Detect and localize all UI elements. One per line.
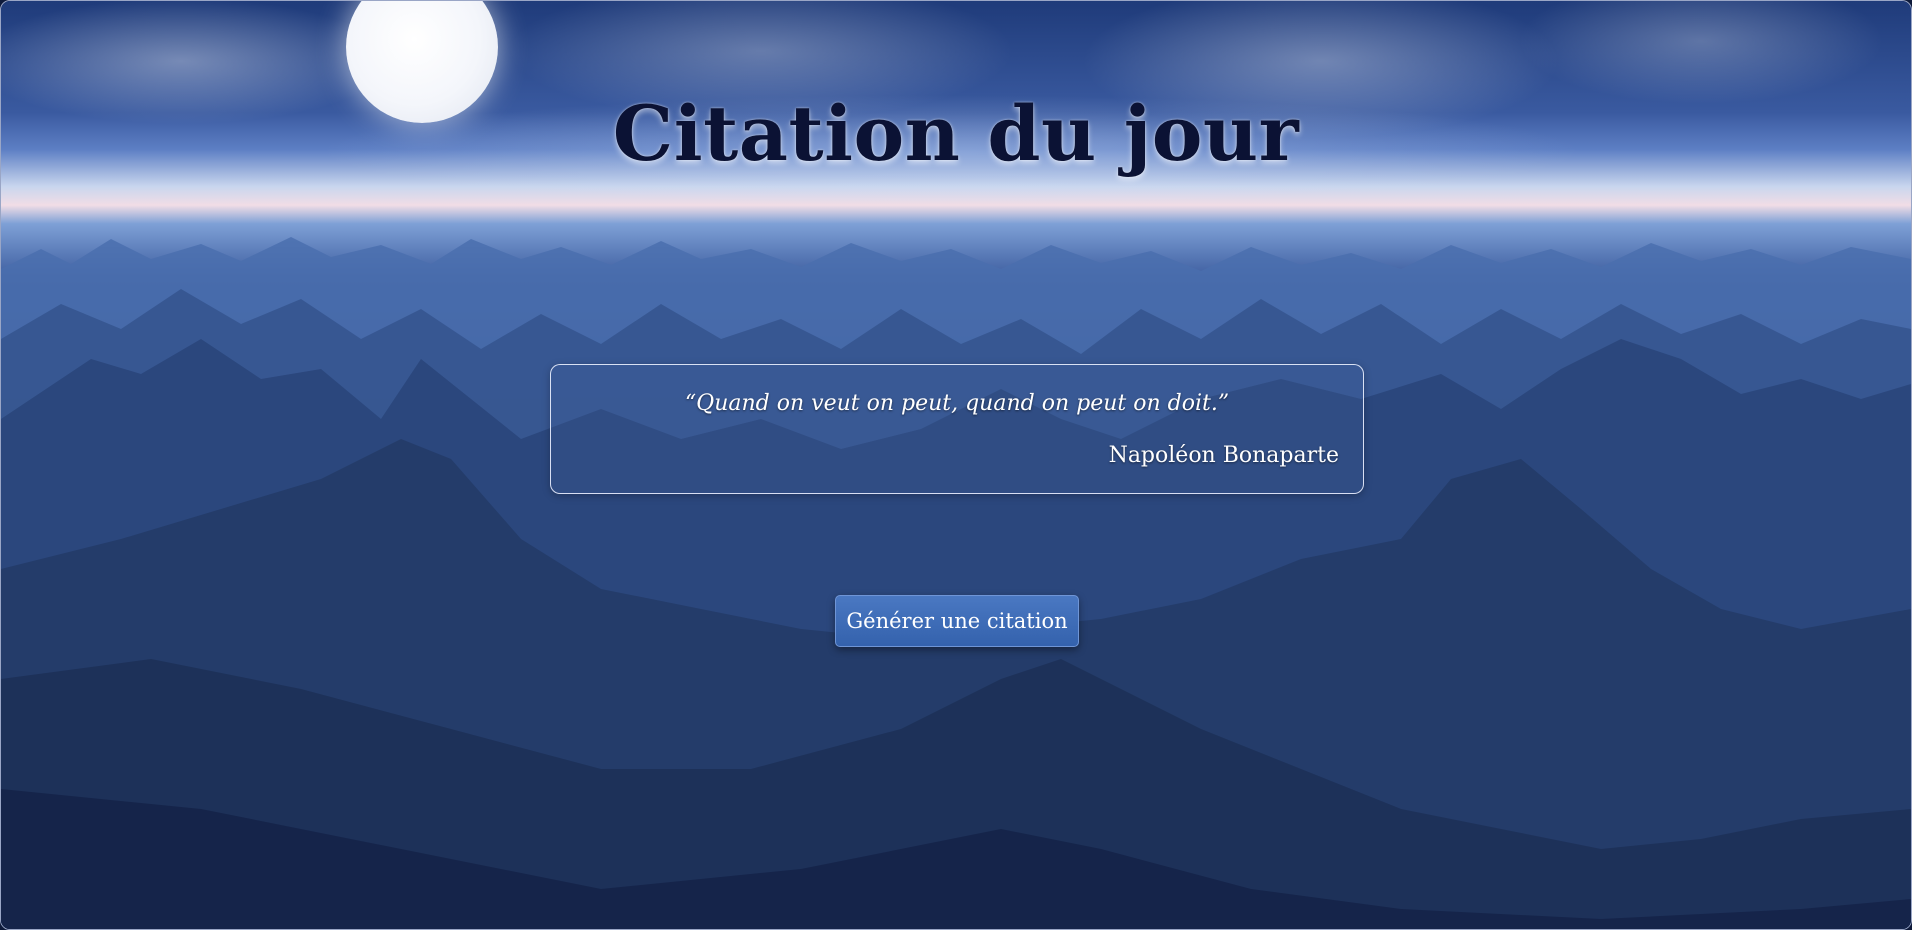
quote-text: “Quand on veut on peut, quand on peut on…: [684, 391, 1230, 416]
mountain-landscape: [1, 237, 1911, 929]
quote-author: Napoléon Bonaparte: [1108, 443, 1339, 468]
quote-card: “Quand on veut on peut, quand on peut on…: [550, 364, 1364, 494]
page-title: Citation du jour: [612, 89, 1300, 178]
page-frame: Citation du jour “Quand on veut on peut,…: [0, 0, 1912, 930]
generate-quote-button[interactable]: Générer une citation: [835, 595, 1079, 647]
